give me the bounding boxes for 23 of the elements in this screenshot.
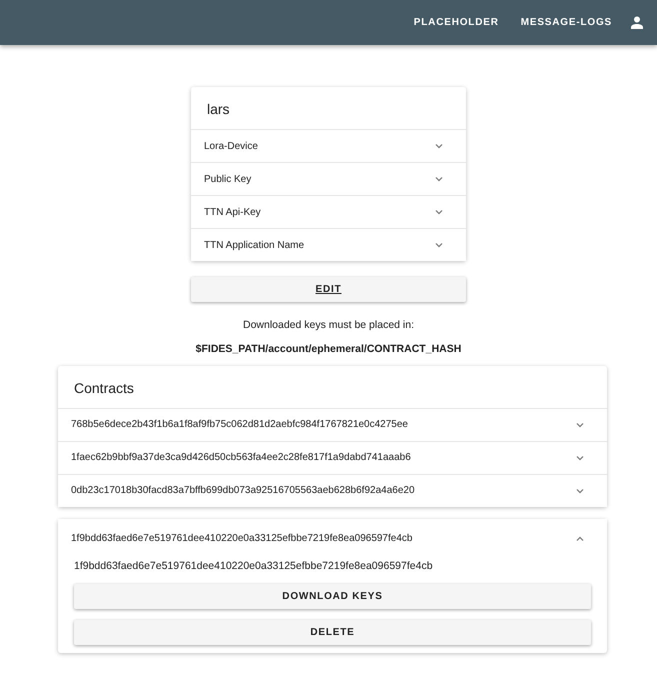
account-icon[interactable]	[631, 16, 643, 29]
edit-button[interactable]: EDIT	[191, 277, 466, 302]
nav-link[interactable]: MESSAGE-LOGS	[510, 11, 623, 34]
card-title: lars	[206, 100, 231, 119]
expansion-panel-header[interactable]: 1f9bdd63faed6e7e519761dee410220e0a33125efbbe7219fe8ea096597fe4cb	[58, 518, 607, 558]
expansion-panel-header[interactable]: TTN Application Name	[191, 229, 466, 261]
panel-content-text: 1f9bdd63faed6e7e519761dee410220e0a33125efbbe7219fe8ea096597fe4cb	[73, 558, 434, 574]
chevron-down-icon	[434, 174, 444, 184]
chevron-down-icon	[434, 141, 444, 151]
chevron-down-icon	[434, 207, 444, 217]
chevron-down-icon	[434, 240, 444, 250]
expansion-panel-header[interactable]: 768b5e6dece2b43f1b6a1f8af9fb75c062d81d2aebfc984f1767821e0c4275ee	[58, 408, 607, 440]
action-button[interactable]: DELETE	[74, 620, 591, 646]
expansion-panel-header[interactable]: 1faec62b9bbf9a37de3ca9d426d50cb563fa4ee2c28fe817f1a9dabd741aaab6	[58, 442, 607, 474]
nav-link[interactable]: PLACEHOLDER	[402, 11, 510, 34]
expansion-panel-header[interactable]: Public Key	[191, 163, 466, 195]
expansion-panel-header[interactable]: Lora-Device	[191, 130, 466, 162]
expansion-panel-header[interactable]: TTN Api-Key	[191, 196, 466, 228]
action-button[interactable]: DOWNLOAD KEYS	[74, 584, 591, 610]
expansion-panel-header[interactable]: 0db23c17018b30facd83a7bffb699db073a92516705563aeb628b6f92a4a6e20	[58, 474, 607, 506]
info-text: Downloaded keys must be placed in:	[242, 318, 415, 333]
path-text: $FIDES_PATH/account/ephemeral/CONTRACT_HASH	[194, 342, 462, 357]
card-title: Contracts	[73, 378, 135, 398]
